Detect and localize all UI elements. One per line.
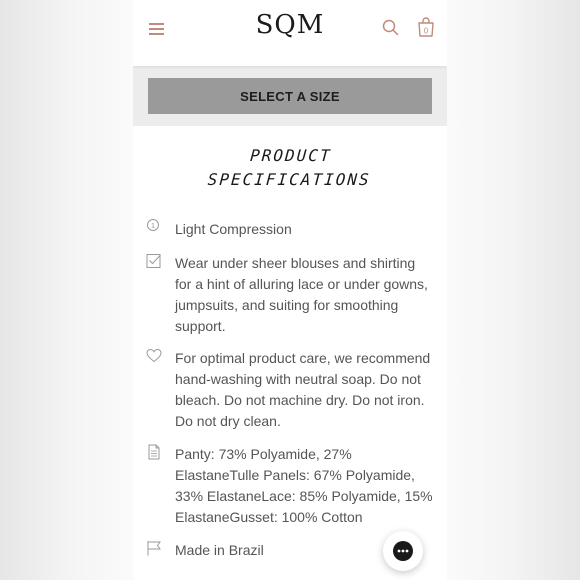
checkbox-icon <box>146 253 162 269</box>
section-title: PRODUCT SPECIFICATIONS <box>133 144 447 192</box>
chat-icon <box>393 541 413 561</box>
flag-icon <box>146 540 162 556</box>
cart-count: 0 <box>424 27 429 36</box>
svg-text:1: 1 <box>151 221 155 230</box>
spec-item-care: For optimal product care, we recommend h… <box>175 350 431 429</box>
spec-item-compression: Light Compression <box>175 221 292 237</box>
chat-button[interactable] <box>383 531 423 571</box>
compression-level-icon: 1 <box>146 219 162 235</box>
spec-item-usage: Wear under sheer blouses and shirting fo… <box>175 255 428 334</box>
site-header: SQM 0 <box>133 0 447 66</box>
section-title-line2: SPECIFICATIONS <box>207 170 372 189</box>
mobile-viewport: SQM 0 SELECT A SIZE PRODUCT SPECIFICATIO… <box>133 0 447 580</box>
document-icon <box>146 444 162 460</box>
shopping-bag-icon[interactable]: 0 <box>416 16 436 38</box>
product-specifications-section: PRODUCT SPECIFICATIONS 1 Light Compressi… <box>133 126 447 580</box>
section-title-line1: PRODUCT <box>249 146 333 165</box>
spec-item-materials: Panty: 73% Polyamide, 27% ElastaneTulle … <box>175 446 433 525</box>
select-size-button[interactable]: SELECT A SIZE <box>148 78 432 114</box>
heart-icon <box>146 348 162 364</box>
search-icon[interactable] <box>381 18 401 38</box>
